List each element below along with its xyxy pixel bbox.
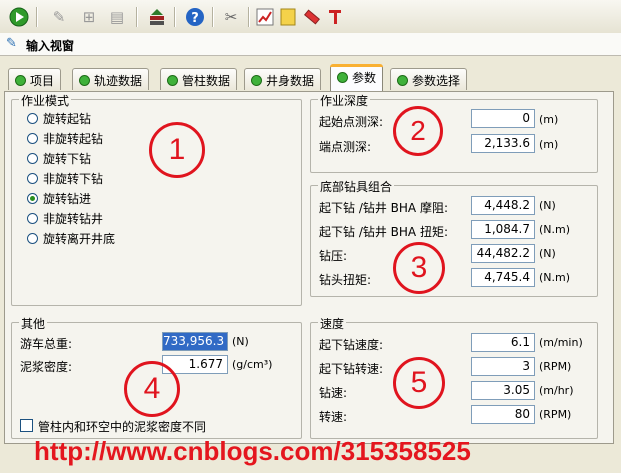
unit-label: (m/hr) xyxy=(539,384,574,397)
trip-speed-label: 起下钻速度: xyxy=(319,338,384,352)
ruler-icon[interactable] xyxy=(300,6,322,28)
start-depth-label: 起始点测深: xyxy=(319,115,384,129)
operation-mode-group: 作业模式 旋转起钻 非旋转起钻 旋转下钻 非旋转下钻 旋转钻进 非旋转钻井 旋转… xyxy=(11,92,302,306)
bha-torque-field[interactable]: 1,084.7 xyxy=(471,220,535,239)
radio-circle-icon xyxy=(27,152,38,164)
window-title: 输入视窗 xyxy=(26,39,75,53)
unit-label: (RPM) xyxy=(539,408,572,421)
different-mud-density-checkbox[interactable] xyxy=(20,419,33,432)
tab-panel-parameters: 作业模式 旋转起钻 非旋转起钻 旋转下钻 非旋转下钻 旋转钻进 非旋转钻井 旋转… xyxy=(4,91,614,444)
toolbar: ✎ ⊞ ▤ ? ✂ xyxy=(0,0,621,34)
unit-label: (N.m) xyxy=(539,271,571,284)
unit-label: (N) xyxy=(539,247,556,260)
group-title: 速度 xyxy=(318,315,347,332)
window-titlebar: ✎ 输入视窗 xyxy=(0,33,621,56)
bit-torque-field[interactable]: 4,745.4 xyxy=(471,268,535,287)
annotation-circle-3: 3 xyxy=(393,242,445,294)
radio-selected-icon xyxy=(27,192,38,204)
annotation-circle-4: 4 xyxy=(124,361,180,417)
status-dot-icon xyxy=(167,75,178,86)
different-mud-density-label: 管柱内和环空中的泥浆密度不同 xyxy=(38,420,207,434)
unit-label: (N.m) xyxy=(539,223,571,236)
tool-icon[interactable]: ✂ xyxy=(220,6,242,28)
radio-nonrotate-trip-out[interactable]: 非旋转起钻 xyxy=(27,130,103,146)
annotation-circle-1: 1 xyxy=(149,122,205,178)
rop-field[interactable]: 3.05 xyxy=(471,381,535,400)
radio-nonrotate-drilling[interactable]: 非旋转钻井 xyxy=(27,210,103,226)
radio-nonrotate-trip-in[interactable]: 非旋转下钻 xyxy=(27,170,103,186)
unit-label: (m/min) xyxy=(539,336,583,349)
drill-icon[interactable] xyxy=(324,6,346,28)
status-dot-icon xyxy=(337,72,348,83)
help-icon[interactable]: ? xyxy=(184,6,206,28)
bha-drag-field[interactable]: 4,448.2 xyxy=(471,196,535,215)
trip-speed-field[interactable]: 6.1 xyxy=(471,333,535,352)
pin-icon[interactable]: ✎ xyxy=(48,6,70,28)
unit-label: (m) xyxy=(539,138,559,151)
end-depth-label: 端点测深: xyxy=(319,140,372,154)
tab-string[interactable]: 管柱数据 xyxy=(160,68,238,90)
operation-depth-group: 作业深度 起始点测深: 0 (m) 端点测深: 2,133.6 (m) 2 xyxy=(310,92,598,173)
end-depth-field[interactable]: 2,133.6 xyxy=(471,134,535,153)
rpm-label: 转速: xyxy=(319,410,348,424)
status-dot-icon xyxy=(397,75,408,86)
group-title: 其他 xyxy=(19,315,48,332)
unit-label: (N) xyxy=(232,335,249,348)
svg-text:?: ? xyxy=(191,11,199,26)
rpm-field[interactable]: 80 xyxy=(471,405,535,424)
tree-icon[interactable]: ⊞ xyxy=(78,6,100,28)
chart-icon[interactable] xyxy=(254,6,276,28)
other-group: 其他 游车总重: 733,956.3 (N) 泥浆密度: 1.677 (g/cm… xyxy=(11,315,302,439)
bit-torque-label: 钻头扭矩: xyxy=(319,273,372,287)
radio-rotate-trip-in[interactable]: 旋转下钻 xyxy=(27,150,91,166)
stack-icon[interactable] xyxy=(146,6,168,28)
bha-drag-label: 起下钻 /钻井 BHA 摩阻: xyxy=(319,201,448,215)
radio-rotate-drilling[interactable]: 旋转钻进 xyxy=(27,190,91,206)
radio-rotate-trip-out[interactable]: 旋转起钻 xyxy=(27,110,91,126)
radio-circle-icon xyxy=(27,172,38,184)
group-title: 作业深度 xyxy=(318,92,371,109)
group-title: 作业模式 xyxy=(19,92,72,109)
window-icon: ✎ xyxy=(6,36,17,51)
bha-group: 底部钻具组合 起下钻 /钻井 BHA 摩阻: 4,448.2 (N) 起下钻 /… xyxy=(310,178,598,297)
annotation-circle-2: 2 xyxy=(393,106,443,156)
mud-density-label: 泥浆密度: xyxy=(20,360,73,374)
rop-label: 钻速: xyxy=(319,386,348,400)
group-title: 底部钻具组合 xyxy=(318,178,395,195)
run-icon[interactable] xyxy=(8,6,30,28)
note-icon[interactable] xyxy=(277,6,299,28)
unit-label: (g/cm³) xyxy=(232,358,273,371)
radio-rotate-off-bottom[interactable]: 旋转离开井底 xyxy=(27,230,115,246)
block-weight-field[interactable]: 733,956.3 xyxy=(162,332,228,351)
status-dot-icon xyxy=(251,75,262,86)
annotation-circle-5: 5 xyxy=(393,357,445,409)
status-dot-icon xyxy=(15,75,26,86)
tab-wellbore[interactable]: 井身数据 xyxy=(244,68,322,90)
tab-parameter-select[interactable]: 参数选择 xyxy=(390,68,468,90)
tab-parameters[interactable]: 参数 xyxy=(330,64,384,91)
wob-field[interactable]: 44,482.2 xyxy=(471,244,535,263)
trip-rpm-label: 起下钻转速: xyxy=(319,362,384,376)
speed-group: 速度 起下钻速度: 6.1 (m/min) 起下钻转速: 3 (RPM) 钻速:… xyxy=(310,315,598,439)
unit-label: (N) xyxy=(539,199,556,212)
start-depth-field[interactable]: 0 xyxy=(471,109,535,128)
watermark-url: http://www.cnblogs.com/315358525 xyxy=(34,436,471,466)
radio-circle-icon xyxy=(27,232,38,244)
bha-torque-label: 起下钻 /钻井 BHA 扭矩: xyxy=(319,225,448,239)
status-dot-icon xyxy=(79,75,90,86)
trip-rpm-field[interactable]: 3 xyxy=(471,357,535,376)
radio-circle-icon xyxy=(27,132,38,144)
block-weight-label: 游车总重: xyxy=(20,337,73,351)
tab-trajectory[interactable]: 轨迹数据 xyxy=(72,68,150,90)
tab-bar: 项目 轨迹数据 管柱数据 井身数据 参数 参数选择 xyxy=(0,56,621,92)
wob-label: 钻压: xyxy=(319,249,348,263)
unit-label: (RPM) xyxy=(539,360,572,373)
radio-circle-icon xyxy=(27,112,38,124)
radio-circle-icon xyxy=(27,212,38,224)
tab-project[interactable]: 项目 xyxy=(8,68,62,90)
list-icon[interactable]: ▤ xyxy=(106,6,128,28)
unit-label: (m) xyxy=(539,113,559,126)
